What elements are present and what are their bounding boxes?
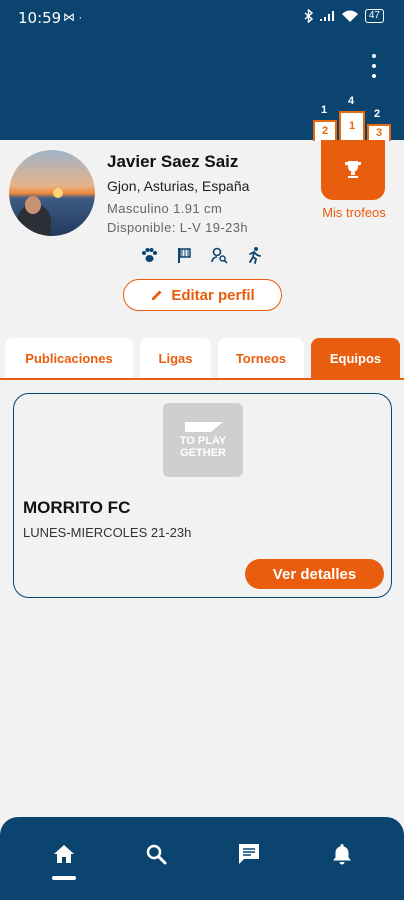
team-logo: TO PLAY GETHER xyxy=(163,403,243,477)
logo-text-top: TO PLAY xyxy=(180,435,227,447)
team-card[interactable]: TO PLAY GETHER MORRITO FC LUNES-MIERCOLE… xyxy=(13,393,392,598)
nav-active-indicator xyxy=(52,876,76,880)
person-search-icon xyxy=(210,246,228,264)
edit-profile-button[interactable]: Editar perfil xyxy=(123,279,282,311)
tab-torneos[interactable]: Torneos xyxy=(218,338,304,378)
home-icon[interactable] xyxy=(49,839,79,869)
view-details-button[interactable]: Ver detalles xyxy=(245,559,384,589)
team-name: MORRITO FC xyxy=(23,498,131,517)
battery-icon: 47 xyxy=(364,9,384,23)
bottom-navigation xyxy=(0,817,404,900)
logo-text-bottom: GETHER xyxy=(180,447,226,459)
profile-location: Gjon, Asturias, España xyxy=(107,178,250,194)
podium-second: 2 xyxy=(313,120,337,141)
bluetooth-icon xyxy=(304,9,313,23)
podium-count-third: 2 xyxy=(374,108,381,120)
status-time: 10:59 xyxy=(18,9,62,27)
sports-icons xyxy=(140,246,263,264)
profile-name: Javier Saez Saiz xyxy=(107,152,239,171)
tab-publicaciones[interactable]: Publicaciones xyxy=(5,338,133,378)
tab-ligas[interactable]: Ligas xyxy=(140,338,211,378)
bell-icon[interactable] xyxy=(327,839,357,869)
pencil-icon xyxy=(152,290,162,300)
notification-icons: ⋈ · xyxy=(63,10,83,24)
profile-gender-height: Masculino 1.91 cm xyxy=(107,201,223,216)
podium-first: 1 xyxy=(339,111,365,141)
wifi-icon xyxy=(341,10,358,22)
podium-count-second: 1 xyxy=(321,104,328,116)
chat-icon[interactable] xyxy=(234,839,264,869)
edit-profile-label: Editar perfil xyxy=(171,286,255,304)
runner-icon xyxy=(245,246,263,264)
tab-equipos[interactable]: Equipos xyxy=(311,338,400,378)
my-trophies-label[interactable]: Mis trofeos xyxy=(312,205,396,220)
profile-tabs: Publicaciones Ligas Torneos Equipos xyxy=(0,338,404,380)
more-vert-icon[interactable] xyxy=(364,54,384,78)
search-icon[interactable] xyxy=(141,839,171,869)
team-schedule: LUNES-MIERCOLES 21-23h xyxy=(23,525,192,540)
trophy-podium: 1 4 2 2 1 3 xyxy=(310,95,394,141)
status-bar: 10:59 ⋈ · 47 xyxy=(0,0,404,34)
my-trophies-button[interactable] xyxy=(321,140,385,200)
signal-icon xyxy=(319,11,334,21)
status-right-icons: 47 xyxy=(304,9,384,23)
tabs-divider xyxy=(0,378,404,380)
profile-availability: Disponible: L-V 19-23h xyxy=(107,220,249,235)
paw-icon xyxy=(140,246,158,264)
podium-third: 3 xyxy=(367,124,391,141)
avatar xyxy=(9,150,95,236)
podium-count-first: 4 xyxy=(348,95,355,107)
trophy-icon xyxy=(345,161,361,178)
flag-icon xyxy=(175,246,193,264)
